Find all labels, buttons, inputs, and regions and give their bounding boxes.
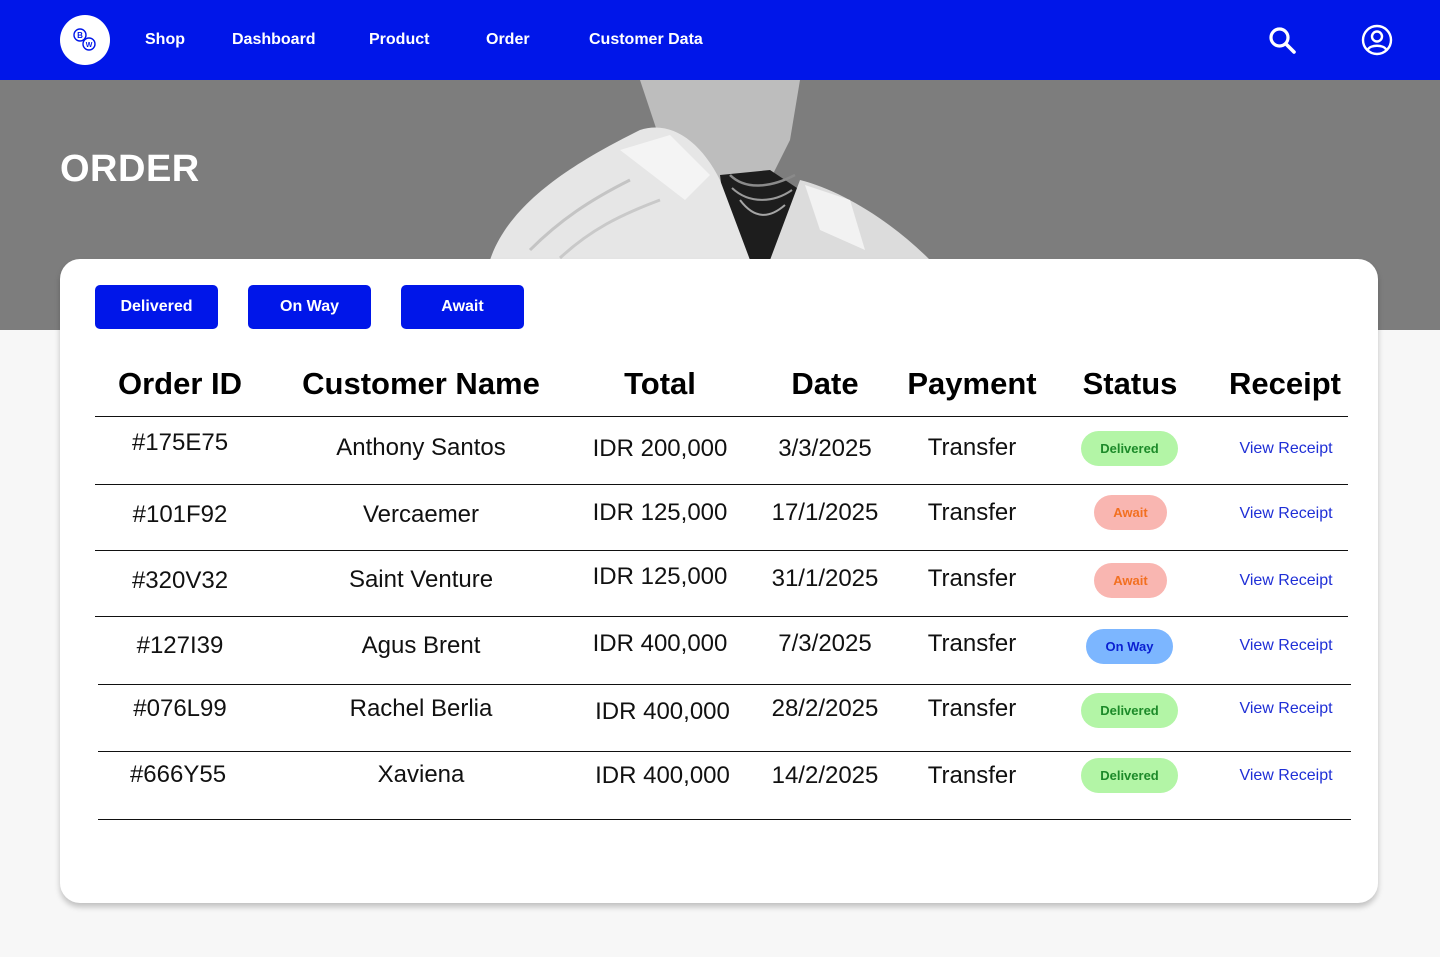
user-icon[interactable] (1361, 24, 1393, 56)
customer-name-cell: Agus Brent (361, 632, 481, 659)
column-header-status: Status (1082, 366, 1178, 401)
customer-name-cell: Saint Venture (348, 566, 494, 593)
payment-cell: Transfer (927, 565, 1017, 592)
order-id-cell: #127I39 (136, 632, 224, 659)
date-cell: 7/3/2025 (778, 630, 872, 657)
column-header-order-id: Order ID (117, 366, 243, 401)
brand-logo-icon: B W (73, 28, 96, 51)
page-title: ORDER (60, 148, 200, 190)
filter-delivered-button[interactable]: Delivered (95, 285, 218, 329)
order-id-cell: #101F92 (132, 501, 228, 528)
svg-text:B: B (77, 31, 83, 40)
column-header-date: Date (791, 366, 859, 401)
date-cell: 3/3/2025 (778, 435, 872, 462)
filter-on-way-button[interactable]: On Way (248, 285, 371, 329)
order-id-cell: #666Y55 (129, 761, 227, 788)
table-divider (95, 550, 1348, 551)
total-cell: IDR 200,000 (592, 435, 728, 462)
payment-cell: Transfer (927, 695, 1017, 722)
filter-await-button[interactable]: Await (401, 285, 524, 329)
nav-link-order[interactable]: Order (486, 30, 530, 50)
view-receipt-link[interactable]: View Receipt (1226, 699, 1346, 719)
table-divider (95, 616, 1348, 617)
status-badge: Delivered (1081, 431, 1178, 466)
view-receipt-link[interactable]: View Receipt (1226, 504, 1346, 524)
total-cell: IDR 125,000 (592, 499, 728, 526)
orders-card: Delivered On Way Await Order ID Customer… (60, 259, 1378, 903)
order-id-cell: #320V32 (131, 567, 229, 594)
nav-link-shop[interactable]: Shop (145, 30, 185, 50)
hero-model-photo (490, 80, 930, 260)
view-receipt-link[interactable]: View Receipt (1226, 766, 1346, 786)
view-receipt-link[interactable]: View Receipt (1226, 571, 1346, 591)
payment-cell: Transfer (927, 434, 1017, 461)
date-cell: 14/2/2025 (771, 762, 879, 789)
payment-cell: Transfer (927, 630, 1017, 657)
total-cell: IDR 125,000 (592, 563, 728, 590)
status-badge: Delivered (1081, 758, 1178, 793)
view-receipt-link[interactable]: View Receipt (1226, 439, 1346, 459)
order-id-cell: #175E75 (131, 429, 229, 456)
date-cell: 17/1/2025 (771, 499, 879, 526)
column-header-customer-name: Customer Name (302, 366, 540, 401)
status-badge: Await (1094, 495, 1167, 530)
column-header-payment: Payment (907, 366, 1037, 401)
table-divider (98, 819, 1351, 820)
customer-name-cell: Vercaemer (362, 501, 480, 528)
total-cell: IDR 400,000 (595, 698, 730, 725)
customer-name-cell: Anthony Santos (336, 434, 506, 461)
top-navbar: B W Shop Dashboard Product Order Custome… (0, 0, 1440, 80)
date-cell: 28/2/2025 (771, 695, 879, 722)
nav-link-customer-data[interactable]: Customer Data (589, 30, 703, 50)
date-cell: 31/1/2025 (771, 565, 879, 592)
order-id-cell: #076L99 (133, 695, 227, 722)
table-divider (95, 416, 1348, 417)
nav-link-dashboard[interactable]: Dashboard (232, 30, 316, 50)
status-badge: Delivered (1081, 693, 1178, 728)
status-badge: On Way (1086, 629, 1173, 664)
customer-name-cell: Rachel Berlia (349, 695, 493, 722)
total-cell: IDR 400,000 (592, 630, 728, 657)
svg-text:W: W (86, 42, 93, 49)
customer-name-cell: Xaviena (377, 761, 465, 788)
table-divider (98, 684, 1351, 685)
nav-link-product[interactable]: Product (369, 30, 429, 50)
column-header-receipt: Receipt (1229, 366, 1341, 401)
status-badge: Await (1094, 563, 1167, 598)
brand-logo[interactable]: B W (60, 15, 110, 65)
total-cell: IDR 400,000 (595, 762, 730, 789)
column-header-total: Total (624, 366, 696, 401)
search-icon[interactable] (1266, 24, 1298, 56)
table-divider (98, 751, 1351, 752)
table-divider (95, 484, 1348, 485)
payment-cell: Transfer (927, 762, 1017, 789)
payment-cell: Transfer (927, 499, 1017, 526)
view-receipt-link[interactable]: View Receipt (1226, 636, 1346, 656)
